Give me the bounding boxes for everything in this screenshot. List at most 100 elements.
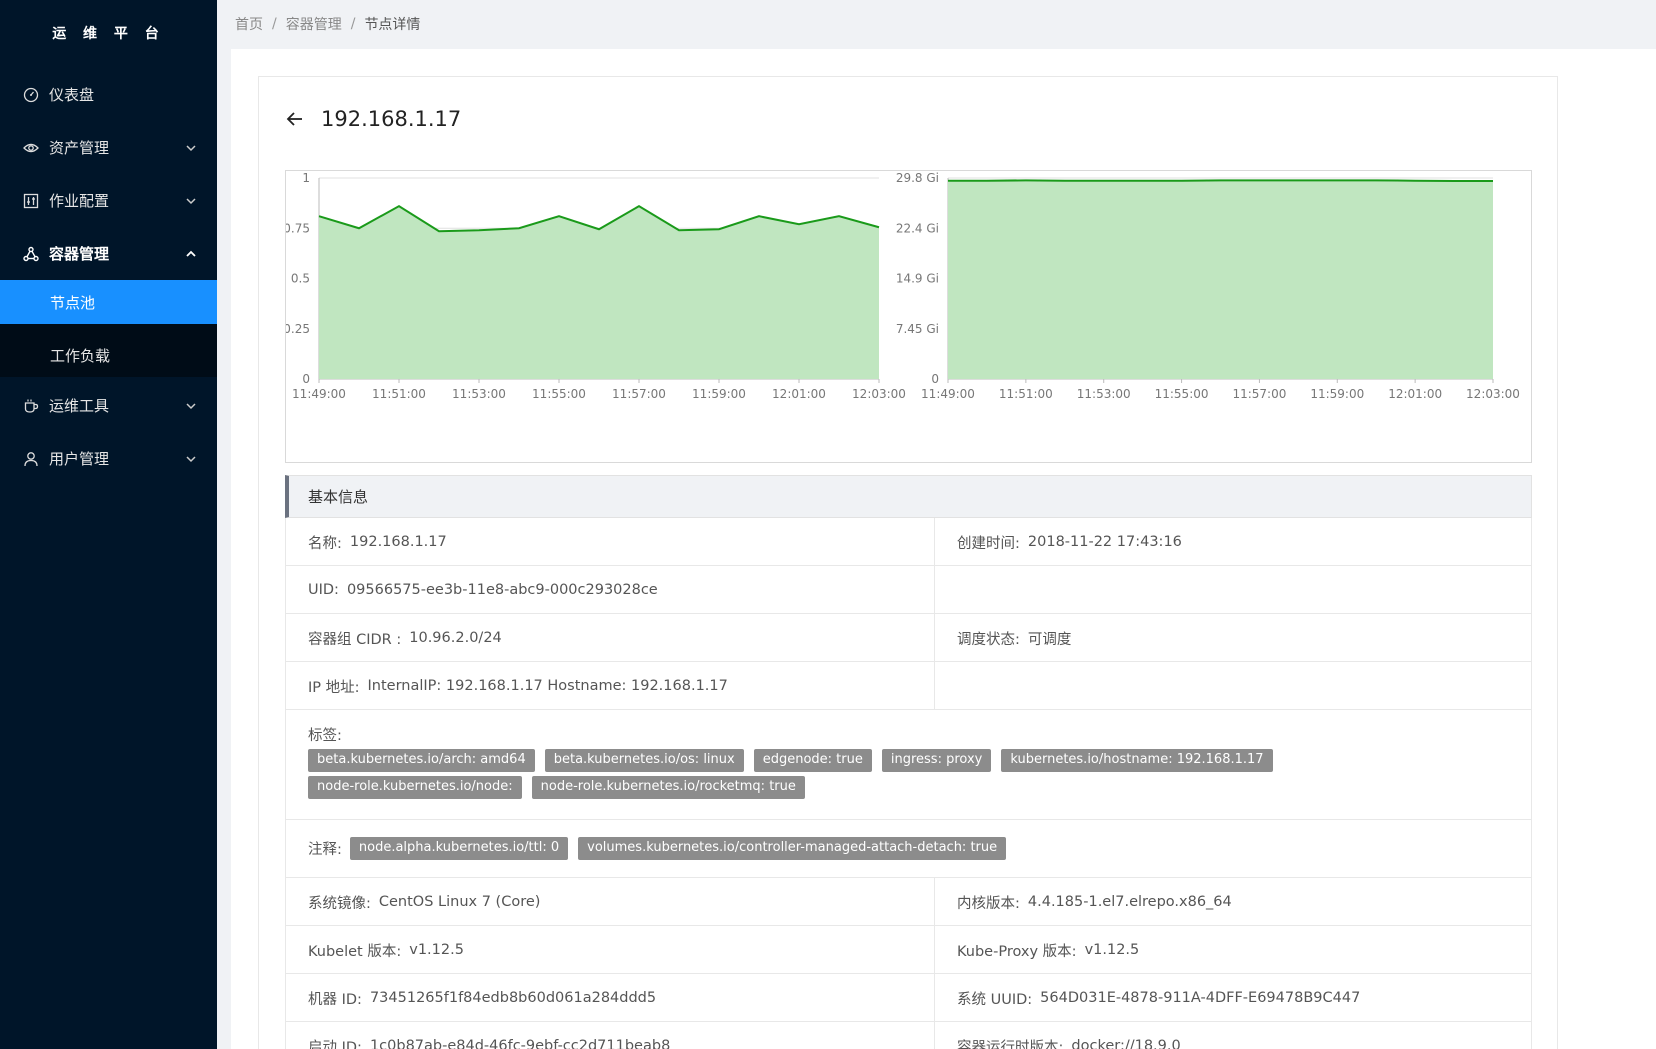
annotations-label: 注释: [308, 842, 342, 858]
boot-id-cell: 启动 ID: 1c0b87ab-e84d-46fc-9ebf-cc2d711be… [286, 1022, 935, 1049]
labels-tag-list: beta.kubernetes.io/arch: amd64 beta.kube… [308, 749, 1348, 803]
kube-proxy-label: Kube-Proxy 版本: [957, 943, 1077, 960]
x-tick-label: 11:49:00 [921, 387, 975, 401]
empty-cell [935, 566, 1531, 614]
info-row: Kubelet 版本: v1.12.5 Kube-Proxy 版本: v1.12… [285, 926, 1532, 974]
metrics-charts: 1 0.75 0.5 0.25 0 11:49:00 11:51:00 11:53:00 11:… [285, 170, 1532, 463]
breadcrumb-separator: / [272, 16, 277, 32]
system-uuid-label: 系统 UUID: [957, 991, 1033, 1008]
breadcrumb-home[interactable]: 首页 [235, 14, 263, 34]
labels-cell: 标签: beta.kubernetes.io/arch: amd64 beta.… [286, 710, 1531, 819]
chevron-down-icon [185, 400, 197, 412]
label-tag[interactable]: beta.kubernetes.io/os: linux [544, 749, 744, 772]
ip-value: InternalIP: 192.168.1.17 Hostname: 192.1… [367, 678, 728, 694]
config-icon [22, 192, 40, 210]
label-tag[interactable]: ingress: proxy [881, 749, 992, 772]
x-tick-label: 11:59:00 [1310, 387, 1364, 401]
machine-id-label: 机器 ID: [308, 991, 362, 1008]
schedule-label: 调度状态: [957, 631, 1020, 648]
name-value: 192.168.1.17 [349, 534, 447, 550]
content-panel: 192.168.1.17 1 0.75 0.5 0.25 0 11:49:00 11:51:… [231, 49, 1656, 1049]
cidr-value: 10.96.2.0/24 [409, 630, 502, 646]
y-tick-label: 0.25 [286, 322, 310, 336]
cluster-icon [22, 245, 40, 263]
os-value: CentOS Linux 7 (Core) [378, 894, 541, 910]
label-tag[interactable]: node-role.kubernetes.io/rocketmq: true [531, 776, 805, 799]
kernel-label: 内核版本: [957, 895, 1020, 912]
breadcrumb-containers[interactable]: 容器管理 [286, 14, 342, 34]
cidr-cell: 容器组 CIDR : 10.96.2.0/24 [286, 614, 935, 662]
sidebar-item-containers[interactable]: 容器管理 [0, 227, 217, 280]
y-tick-label: 7.45 Gi [896, 322, 939, 336]
back-arrow-icon[interactable] [285, 109, 305, 129]
info-row: 标签: beta.kubernetes.io/arch: amd64 beta.… [285, 710, 1532, 820]
label-tag[interactable]: node-role.kubernetes.io/node: [308, 776, 522, 799]
label-tag[interactable]: kubernetes.io/hostname: 192.168.1.17 [1001, 749, 1273, 772]
y-tick-label: 29.8 Gi [896, 171, 939, 185]
kubelet-value: v1.12.5 [409, 942, 464, 958]
sidebar-item-label: 容器管理 [49, 245, 110, 263]
created-label: 创建时间: [957, 535, 1020, 552]
info-row: UID: 09566575-ee3b-11e8-abc9-000c293028c… [285, 566, 1532, 614]
machine-id-value: 73451265f1f84edb8b60d061a284ddd5 [369, 990, 657, 1006]
sidebar-item-users[interactable]: 用户管理 [0, 432, 217, 485]
runtime-label: 容器运行时版本: [957, 1039, 1064, 1049]
kube-proxy-value: v1.12.5 [1084, 942, 1140, 958]
x-tick-label: 12:03:00 [1466, 387, 1520, 401]
metrics-svg: 10.750.50.25011:49:00 11:51:00 11:53:00 11:… [286, 171, 1520, 401]
label-tag[interactable]: edgenode: true [753, 749, 872, 772]
sidebar-item-jobs[interactable]: 作业配置 [0, 174, 217, 227]
sidebar-item-ops-tools[interactable]: 运维工具 [0, 379, 217, 432]
sidebar-item-node-pool[interactable]: 节点池 [0, 280, 217, 324]
x-tick-label: 11:55:00 [1155, 387, 1209, 401]
x-tick-label: 12:01:00 [772, 387, 826, 401]
x-tick-label: 11:55:00 [532, 387, 586, 401]
x-tick-label: 11:57:00 [612, 387, 666, 401]
eye-icon [22, 139, 40, 157]
series-area [948, 180, 1493, 379]
kernel-value: 4.4.185-1.el7.elrepo.x86_64 [1027, 894, 1232, 910]
kubelet-cell: Kubelet 版本: v1.12.5 [286, 926, 935, 974]
x-tick-label: 11:57:00 [1232, 387, 1286, 401]
y-tick-label: 0.75 [286, 221, 310, 235]
runtime-cell: 容器运行时版本: docker://18.9.0 [935, 1022, 1531, 1049]
sidebar-item-dashboard[interactable]: 仪表盘 [0, 68, 217, 121]
chevron-down-icon [185, 195, 197, 207]
info-row: 启动 ID: 1c0b87ab-e84d-46fc-9ebf-cc2d711be… [285, 1022, 1532, 1049]
sidebar-item-label: 运维工具 [49, 397, 110, 415]
os-label: 系统镜像: [308, 895, 371, 912]
x-tick-label: 11:59:00 [692, 387, 746, 401]
x-tick-label: 11:53:00 [1077, 387, 1131, 401]
x-tick-label: 11:53:00 [452, 387, 506, 401]
y-tick-label: 0.5 [291, 272, 310, 286]
uid-cell: UID: 09566575-ee3b-11e8-abc9-000c293028c… [286, 566, 935, 614]
label-tag[interactable]: beta.kubernetes.io/arch: amd64 [308, 749, 535, 772]
sidebar-item-workloads[interactable]: 工作负载 [0, 333, 217, 377]
chevron-down-icon [185, 453, 197, 465]
y-tick-label: 0 [302, 372, 310, 386]
basic-info-section: 基本信息 名称: 192.168.1.17 创建时间: 2018-11-22 1… [285, 475, 1532, 1049]
sidebar-item-assets[interactable]: 资产管理 [0, 121, 217, 174]
system-uuid-value: 564D031E-4878-911A-4DFF-E69478B9C447 [1040, 990, 1361, 1006]
boot-id-value: 1c0b87ab-e84d-46fc-9ebf-cc2d711beab8 [369, 1038, 671, 1049]
x-tick-label: 12:01:00 [1388, 387, 1442, 401]
dashboard-icon [22, 86, 40, 104]
annotation-tag[interactable]: node.alpha.kubernetes.io/ttl: 0 [349, 837, 569, 860]
info-row: IP 地址: InternalIP: 192.168.1.17 Hostname… [285, 662, 1532, 710]
main-content: 首页 / 容器管理 / 节点详情 192.168.1.17 1 0.75 0.5 0.… [217, 0, 1656, 1049]
annotation-tag[interactable]: volumes.kubernetes.io/controller-managed… [578, 837, 1007, 860]
y-tick-label: 22.4 Gi [896, 221, 939, 235]
sidebar-item-label: 用户管理 [49, 450, 110, 468]
name-label: 名称: [308, 535, 342, 552]
breadcrumb-separator: / [350, 16, 356, 32]
page-title: 192.168.1.17 [321, 107, 462, 131]
submenu-containers: 节点池 工作负载 [0, 280, 217, 377]
uid-label: UID: [308, 582, 339, 598]
x-tick-label: 11:51:00 [999, 387, 1053, 401]
ip-label: IP 地址: [308, 679, 360, 696]
section-heading: 基本信息 [285, 475, 1532, 518]
app-logo: 运 维 平 台 [52, 26, 165, 42]
empty-cell [935, 662, 1531, 710]
labels-label: 标签: [308, 728, 342, 744]
breadcrumb-current: 节点详情 [364, 17, 421, 33]
